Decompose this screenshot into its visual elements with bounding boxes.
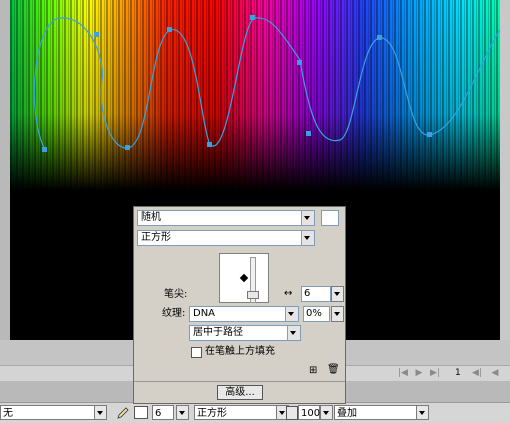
stroke-shape-select[interactable]: 正方形 <box>194 405 278 420</box>
brush-tip-dot <box>239 273 249 283</box>
fill-over-stroke-checkbox[interactable] <box>191 347 202 358</box>
tip-size-field[interactable]: 6 <box>301 286 331 302</box>
blend-mode-dropdown[interactable] <box>416 405 429 420</box>
tip-size-arrow-icon: ↔ <box>284 288 293 299</box>
fill-select[interactable]: 无 <box>0 405 96 420</box>
placement-value: 居中于路径 <box>193 327 243 338</box>
color-swatch-button[interactable] <box>321 210 339 226</box>
trash-icon[interactable]: 🗑 <box>327 364 340 376</box>
fill-over-stroke-label: 在笔触上方填充 <box>205 346 275 357</box>
blend-mode-select[interactable]: 叠加 <box>334 405 418 420</box>
stroke-size-field[interactable]: 6 <box>152 405 174 420</box>
panel-divider <box>134 381 345 382</box>
tip-size-slider-thumb[interactable] <box>247 291 259 299</box>
property-inspector-toolbar: 无 6 正方形 100 叠加 <box>0 402 510 423</box>
tip-label: 笔尖: <box>164 289 188 300</box>
brush-mode-value: 随机 <box>141 212 161 223</box>
texture-percent-value: 0% <box>306 308 322 319</box>
texture-value: DNA <box>193 308 216 319</box>
texture-percent-field[interactable]: 0% <box>303 306 330 322</box>
last-page-icon[interactable]: ▶| <box>428 367 442 379</box>
opacity-icon <box>286 406 298 420</box>
tip-size-value: 6 <box>304 288 311 299</box>
first-page-icon[interactable]: |◀ <box>396 367 410 379</box>
chevron-down-icon[interactable] <box>287 326 300 340</box>
texture-select[interactable]: DNA <box>189 306 299 322</box>
play-icon[interactable]: ▶ <box>412 367 426 379</box>
canvas-scroll-gutter <box>500 0 510 340</box>
opacity-dropdown[interactable] <box>320 405 333 420</box>
chevron-down-icon[interactable] <box>301 211 314 225</box>
brush-mode-select[interactable]: 随机 <box>137 210 315 226</box>
fill-dropdown-button[interactable] <box>94 405 107 420</box>
texture-percent-dropdown[interactable] <box>331 306 344 322</box>
brush-shape-select[interactable]: 正方形 <box>137 230 315 246</box>
placement-select[interactable]: 居中于路径 <box>189 325 301 341</box>
stroke-color-swatch[interactable] <box>134 406 148 419</box>
texture-label: 纹理: <box>162 308 186 319</box>
opacity-field[interactable]: 100 <box>298 405 320 420</box>
brush-tip-preview <box>219 253 269 303</box>
chevron-down-icon[interactable] <box>301 231 314 245</box>
page-number: 1 <box>455 368 461 378</box>
next-page-icon[interactable]: ◀ <box>488 367 502 379</box>
advanced-button[interactable]: 高级... <box>217 385 263 400</box>
previous-page-icon[interactable]: ◀| <box>470 367 484 379</box>
stroke-size-dropdown[interactable] <box>176 405 189 420</box>
new-brush-icon[interactable]: ⊞ <box>309 365 321 376</box>
tip-size-dropdown[interactable] <box>331 286 344 302</box>
pencil-icon[interactable] <box>116 406 130 420</box>
stroke-options-panel: 随机 正方形 笔尖: ↔ 6 纹理: DNA 0% 居中于路径 在笔触上方填充 … <box>133 206 346 404</box>
brush-shape-value: 正方形 <box>141 232 171 243</box>
chevron-down-icon[interactable] <box>285 307 298 321</box>
